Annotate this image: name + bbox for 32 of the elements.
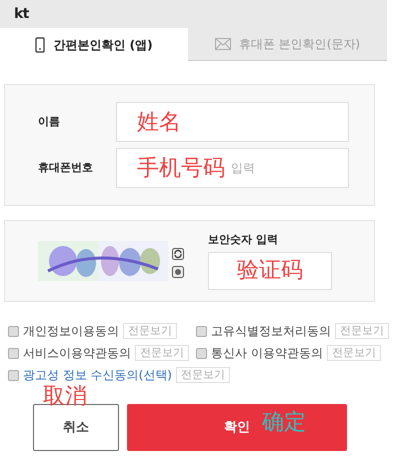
view-full-text-button[interactable]: 전문보기 xyxy=(335,323,389,339)
speaker-icon[interactable] xyxy=(172,266,184,278)
annotation: 手机号码 xyxy=(137,154,225,182)
phone-icon xyxy=(35,36,46,52)
agreement-label: 통신사 이용약관동의 xyxy=(211,345,323,362)
checkbox[interactable] xyxy=(8,348,19,358)
refresh-icon[interactable] xyxy=(172,248,184,260)
agreement-label: 개인정보이용동의 xyxy=(23,323,119,340)
annotation: 姓名 xyxy=(137,108,181,136)
logo: kt xyxy=(14,4,29,24)
agreement-label: 서비스이용약관동의 xyxy=(23,345,131,362)
placeholder: 입력 xyxy=(231,160,255,177)
input-field[interactable]: 姓名 xyxy=(116,102,349,142)
checkbox[interactable] xyxy=(8,370,19,380)
field-label: 이름 xyxy=(37,114,61,130)
captcha-label: 보안숫자 입력 xyxy=(208,232,279,248)
tab[interactable]: 휴대폰 본인확인(문자) xyxy=(188,28,387,61)
view-full-text-button[interactable]: 전문보기 xyxy=(135,345,189,361)
input-field[interactable]: 验证码 xyxy=(208,252,332,290)
view-full-text-button[interactable]: 전문보기 xyxy=(123,323,177,339)
agreement-label: 광고성 정보 수신동의(선택) xyxy=(23,367,172,384)
view-full-text-button[interactable]: 전문보기 xyxy=(326,345,381,361)
input-field[interactable]: 手机号码 입력 xyxy=(116,148,349,188)
view-full-text-button[interactable]: 전문보기 xyxy=(176,367,230,383)
annotation: 验证码 xyxy=(237,257,303,286)
annotation: 确定 xyxy=(262,409,306,437)
checkbox[interactable] xyxy=(8,326,19,336)
checkbox[interactable] xyxy=(196,326,207,336)
checkbox[interactable] xyxy=(196,348,207,358)
envelope-icon xyxy=(214,38,231,50)
field-label: 휴대폰번호 xyxy=(37,160,94,176)
agreement-label: 고유식별정보처리동의 xyxy=(211,323,331,340)
